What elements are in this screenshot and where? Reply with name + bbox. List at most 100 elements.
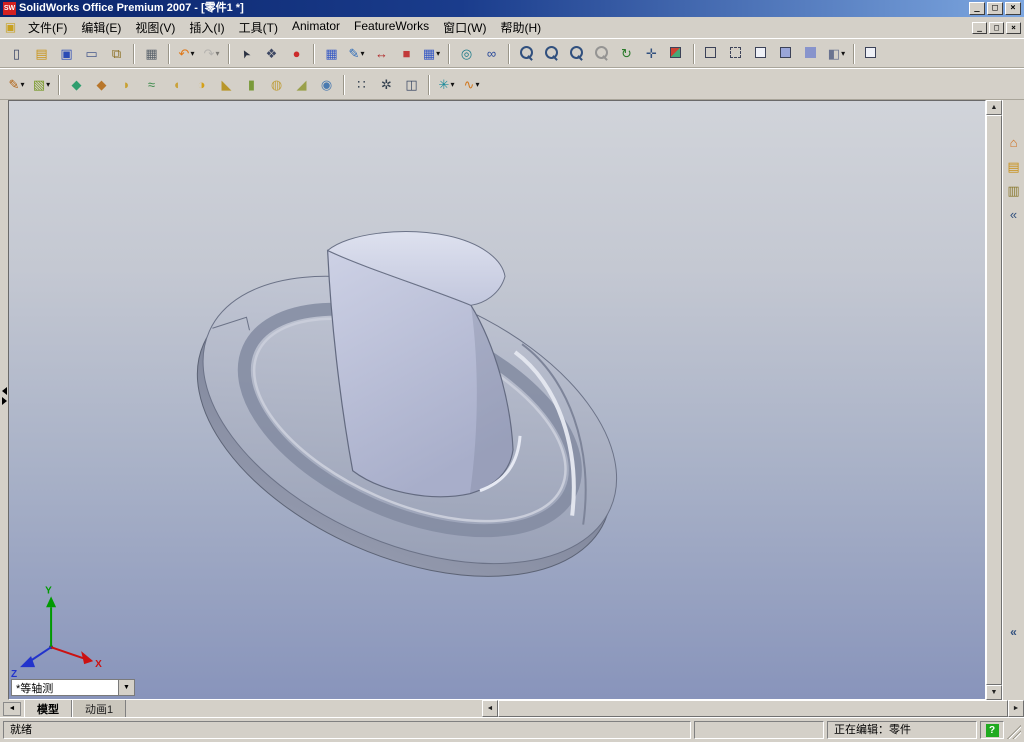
separator[interactable] — [343, 74, 345, 95]
quick-tips-toggle[interactable]: ? — [980, 721, 1004, 739]
horizontal-scrollbar[interactable]: ◄ ► — [482, 700, 1024, 717]
scroll-left-button[interactable]: ◄ — [482, 700, 498, 717]
hidden-lines-removed-icon[interactable] — [750, 43, 773, 64]
model-part[interactable] — [153, 218, 661, 634]
separator[interactable] — [508, 43, 510, 64]
new-document-icon[interactable]: ▯ — [5, 43, 28, 64]
draft-icon[interactable]: ◢ — [290, 74, 313, 95]
reference-geometry-icon[interactable]: ✳ ▾ — [435, 74, 458, 95]
view-orientation-dropdown-button[interactable]: ▼ — [118, 680, 134, 695]
resize-grip[interactable] — [1007, 721, 1021, 739]
chamfer-icon[interactable]: ◣ — [215, 74, 238, 95]
view-orientation-icon[interactable] — [860, 43, 883, 64]
photoworks-render-icon[interactable]: ■ — [395, 43, 418, 64]
separator[interactable] — [853, 43, 855, 64]
pan-icon[interactable]: ✛ — [640, 43, 663, 64]
rib-icon[interactable]: ▮ — [240, 74, 263, 95]
menu-window[interactable]: 窗口(W) — [436, 17, 493, 38]
mirror-icon[interactable]: ◫ — [400, 74, 423, 95]
swept-boss-base-icon[interactable]: ≈ — [140, 74, 163, 95]
mdi-close-button[interactable]: × — [1006, 21, 1021, 34]
minimize-button[interactable]: _ — [969, 2, 985, 15]
grid-snap-icon[interactable]: ▦ ▾ — [420, 43, 443, 64]
select-cursor-icon[interactable]: ➤ — [235, 43, 258, 64]
menu-insert[interactable]: 插入(I) — [182, 17, 231, 38]
smart-dimension-icon[interactable]: ↔ — [370, 43, 393, 64]
make-assembly-from-part-icon[interactable]: ⧉ — [105, 43, 128, 64]
curves-icon[interactable]: ∿ ▾ — [460, 74, 483, 95]
vertical-scrollbar[interactable]: ▲ ▼ — [986, 100, 1002, 700]
vertical-scroll-thumb[interactable] — [986, 115, 1002, 685]
sketch-grid-icon[interactable]: ▦ — [320, 43, 343, 64]
shaded-icon[interactable] — [800, 43, 823, 64]
hide-show-items-icon[interactable]: ∞ — [480, 43, 503, 64]
menu-edit[interactable]: 编辑(E) — [74, 17, 128, 38]
circular-pattern-icon[interactable]: ✲ — [375, 74, 398, 95]
tab-model[interactable]: 模型 — [24, 700, 72, 717]
make-drawing-from-part-icon[interactable]: ▭ — [80, 43, 103, 64]
appearance-tools-icon[interactable]: ▧ ▾ — [30, 74, 53, 95]
separator[interactable] — [313, 43, 315, 64]
hidden-lines-visible-icon[interactable] — [725, 43, 748, 64]
file-explorer-icon[interactable]: ▥ — [1004, 180, 1024, 200]
open-folder-icon[interactable]: ▤ — [30, 43, 53, 64]
rotate-view-icon[interactable]: ↻ — [615, 43, 638, 64]
menu-file[interactable]: 文件(F) — [21, 17, 74, 38]
design-library-icon[interactable]: ▤ — [1004, 156, 1024, 176]
linear-pattern-icon[interactable]: ∷ — [350, 74, 373, 95]
extruded-boss-base-icon[interactable]: ◆ — [65, 74, 88, 95]
menu-animator[interactable]: Animator — [285, 17, 347, 38]
revolved-boss-base-icon[interactable]: ◗ — [115, 74, 138, 95]
sketch-entities-icon[interactable]: ✎ ▾ — [345, 43, 368, 64]
menu-featureworks[interactable]: FeatureWorks — [347, 17, 436, 38]
document-icon[interactable]: ▣ — [3, 20, 18, 35]
separator[interactable] — [428, 74, 430, 95]
menu-help[interactable]: 帮助(H) — [493, 17, 548, 38]
standard-views-icon[interactable]: ▾ — [665, 43, 688, 64]
sketch-tools-icon[interactable]: ✎ ▾ — [5, 74, 28, 95]
shaded-with-edges-icon[interactable] — [775, 43, 798, 64]
save-icon[interactable]: ▣ — [55, 43, 78, 64]
lofted-boss-base-icon[interactable]: ◖ — [165, 74, 188, 95]
separator[interactable] — [693, 43, 695, 64]
separator[interactable] — [228, 43, 230, 64]
section-view-icon[interactable]: ◧ ▾ — [825, 43, 848, 64]
extruded-cut-icon[interactable]: ◆ — [90, 74, 113, 95]
shell-icon[interactable]: ◍ — [265, 74, 288, 95]
zoom-to-area-icon[interactable] — [540, 43, 563, 64]
vertical-scroll-track[interactable] — [986, 115, 1002, 685]
collapse-panel-icon[interactable]: « — [1004, 622, 1024, 642]
view-orientation-selector[interactable]: *等轴测 ▼ — [11, 679, 135, 696]
hole-wizard-icon[interactable]: ◉ — [315, 74, 338, 95]
menu-view[interactable]: 视图(V) — [128, 17, 182, 38]
separator[interactable] — [58, 74, 60, 95]
pane-splitter-handle[interactable] — [0, 386, 8, 406]
zoom-in-out-icon[interactable] — [565, 43, 588, 64]
redo-icon[interactable]: ↷ ▾ — [200, 43, 223, 64]
separator[interactable] — [133, 43, 135, 64]
zoom-to-fit-icon[interactable] — [515, 43, 538, 64]
close-button[interactable]: × — [1005, 2, 1021, 15]
mdi-restore-button[interactable]: □ — [989, 21, 1004, 34]
tab-scroll-button[interactable]: ◄ — [3, 701, 21, 716]
undo-icon[interactable]: ↶ ▾ — [175, 43, 198, 64]
scroll-up-button[interactable]: ▲ — [986, 100, 1002, 115]
separator[interactable] — [168, 43, 170, 64]
print-icon[interactable]: ▦ — [140, 43, 163, 64]
wireframe-icon[interactable] — [700, 43, 723, 64]
tab-motion-study[interactable]: 动画1 — [72, 700, 127, 717]
solidworks-resources-icon[interactable]: ⌂ — [1004, 132, 1024, 152]
scroll-down-button[interactable]: ▼ — [986, 685, 1002, 700]
menu-tools[interactable]: 工具(T) — [232, 17, 285, 38]
collapse-taskpane-icon[interactable]: « — [1004, 204, 1024, 224]
rebuild-icon[interactable]: ● — [285, 43, 308, 64]
mdi-minimize-button[interactable]: _ — [972, 21, 987, 34]
select-other-icon[interactable]: ◎ — [455, 43, 478, 64]
horizontal-scroll-thumb[interactable] — [498, 700, 1008, 717]
scroll-right-button[interactable]: ► — [1008, 700, 1024, 717]
model-canvas[interactable]: Y X Z — [9, 101, 985, 699]
fillet-icon[interactable]: ◑ — [190, 74, 213, 95]
quick-tips-icon[interactable]: ? — [985, 723, 999, 737]
horizontal-scroll-track[interactable] — [498, 700, 1008, 717]
separator[interactable] — [448, 43, 450, 64]
